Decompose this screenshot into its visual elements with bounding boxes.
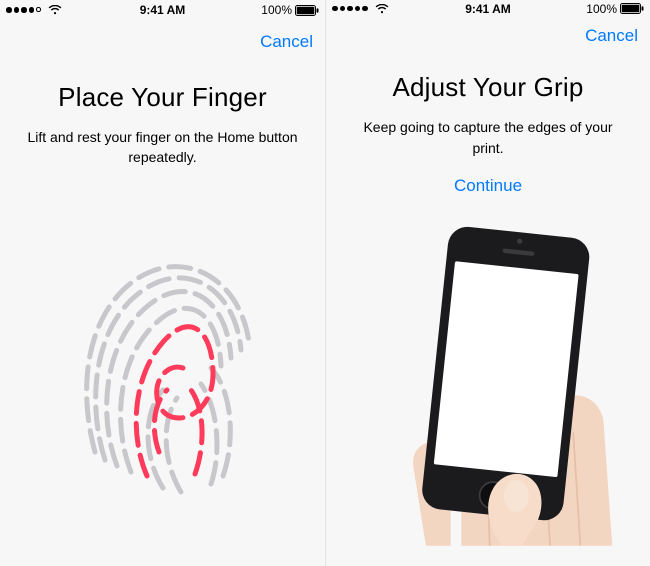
content: Adjust Your Grip Keep going to capture t…: [326, 54, 650, 566]
signal-dots-icon: [332, 6, 368, 12]
nav-bar: Cancel: [0, 20, 325, 64]
status-signal: [332, 4, 389, 14]
fingerprint-icon: [63, 242, 263, 502]
page-subtitle: Lift and rest your finger on the Home bu…: [23, 127, 303, 168]
continue-button[interactable]: Continue: [454, 176, 522, 196]
status-time: 9:41 AM: [140, 3, 186, 17]
wifi-icon: [48, 5, 62, 15]
page-subtitle: Keep going to capture the edges of your …: [348, 117, 628, 158]
phone-in-hand-icon: [346, 206, 630, 566]
cancel-button[interactable]: Cancel: [260, 32, 313, 52]
status-battery: 100%: [586, 2, 644, 16]
battery-icon: [295, 5, 319, 16]
page-title: Adjust Your Grip: [392, 72, 583, 103]
status-bar: 9:41 AM 100%: [0, 0, 325, 20]
screen-place-finger: 9:41 AM 100% Cancel Place Your Finger Li…: [0, 0, 325, 566]
battery-percent: 100%: [586, 2, 617, 16]
illustration: [346, 206, 630, 566]
signal-dots-icon: [6, 7, 41, 13]
status-time: 9:41 AM: [465, 2, 511, 16]
screen-adjust-grip: 9:41 AM 100% Cancel Adjust Your Grip Kee…: [325, 0, 650, 566]
battery-percent: 100%: [261, 3, 292, 17]
battery-icon: [620, 3, 644, 14]
cancel-button[interactable]: Cancel: [585, 26, 638, 46]
page-title: Place Your Finger: [58, 82, 267, 113]
nav-bar: Cancel: [326, 17, 650, 54]
content: Place Your Finger Lift and rest your fin…: [0, 64, 325, 566]
status-bar: 9:41 AM 100%: [326, 0, 650, 17]
wifi-icon: [375, 4, 389, 14]
status-signal: [6, 5, 62, 15]
status-battery: 100%: [261, 3, 319, 17]
illustration: [20, 178, 305, 566]
